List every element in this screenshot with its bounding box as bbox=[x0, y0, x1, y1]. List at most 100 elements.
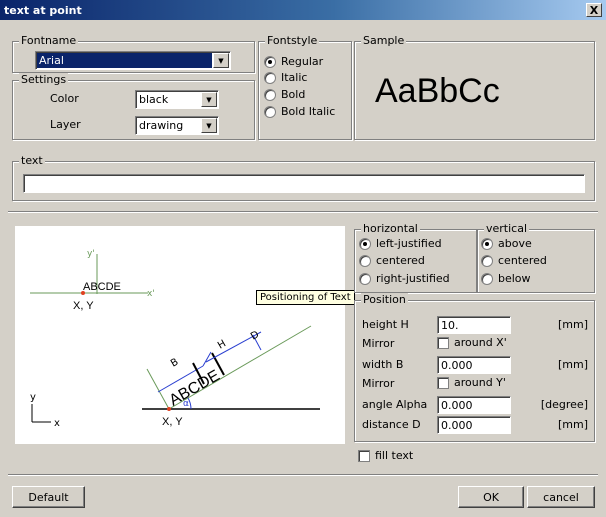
radio-indicator[interactable] bbox=[359, 272, 371, 285]
radio-indicator[interactable] bbox=[264, 88, 276, 101]
vertical-option-label: above bbox=[498, 237, 532, 250]
close-icon: X bbox=[589, 3, 599, 17]
positioning-tooltip: Positioning of Text bbox=[256, 290, 355, 305]
divider bbox=[8, 474, 598, 476]
rotated-sample-text: ABCDE bbox=[167, 367, 223, 409]
mirror-y-label: Mirror bbox=[362, 377, 395, 390]
horizontal-option-label: left-justified bbox=[376, 237, 442, 250]
radio-indicator[interactable] bbox=[264, 55, 276, 68]
fontstyle-italic-radio[interactable]: Italic bbox=[264, 71, 307, 84]
horizontal-centered-radio[interactable]: centered bbox=[359, 254, 425, 267]
radio-indicator[interactable] bbox=[264, 105, 276, 118]
height-unit: [mm] bbox=[557, 318, 588, 331]
close-button[interactable]: X bbox=[586, 3, 602, 17]
vertical-centered-radio[interactable]: centered bbox=[481, 254, 547, 267]
cancel-button[interactable]: cancel bbox=[527, 486, 595, 508]
fontstyle-legend: Fontstyle bbox=[265, 34, 320, 48]
dim-h-label: H bbox=[216, 338, 228, 351]
height-input[interactable] bbox=[437, 316, 511, 334]
mirror-y-checkbox[interactable]: around Y' bbox=[437, 376, 506, 389]
radio-indicator[interactable] bbox=[481, 254, 493, 267]
upper-example: y' x' ABCDE X, Y bbox=[30, 249, 155, 312]
axis-y-label: y bbox=[30, 392, 36, 403]
mirror-x-label: Mirror bbox=[362, 337, 395, 350]
layer-select[interactable]: drawing ▼ bbox=[135, 116, 219, 135]
sample-legend: Sample bbox=[361, 34, 407, 48]
radio-indicator[interactable] bbox=[359, 237, 371, 250]
title-bar: text at point X bbox=[0, 0, 606, 20]
color-label: Color bbox=[50, 92, 79, 105]
fill-text-checkbox[interactable]: fill text bbox=[358, 449, 413, 462]
fontname-select[interactable]: Arial ▼ bbox=[35, 51, 231, 70]
text-legend: text bbox=[19, 154, 45, 168]
radio-indicator[interactable] bbox=[359, 254, 371, 267]
positioning-diagram: y' x' ABCDE X, Y ABCDE B H D α X, Y y x bbox=[15, 226, 345, 444]
fontstyle-option-label: Italic bbox=[281, 71, 308, 84]
horizontal-right-radio[interactable]: right-justified bbox=[359, 272, 450, 285]
default-button[interactable]: Default bbox=[12, 486, 85, 508]
vertical-option-label: centered bbox=[498, 254, 547, 267]
checkbox-box[interactable] bbox=[437, 376, 449, 389]
radio-indicator[interactable] bbox=[481, 272, 493, 285]
horizontal-option-label: centered bbox=[376, 254, 425, 267]
vertical-below-radio[interactable]: below bbox=[481, 272, 531, 285]
fontstyle-option-label: Regular bbox=[281, 55, 324, 68]
position-legend: Position bbox=[361, 293, 408, 307]
chevron-down-icon[interactable]: ▼ bbox=[213, 53, 229, 68]
divider bbox=[8, 211, 598, 213]
layer-label: Layer bbox=[50, 118, 81, 131]
chevron-down-icon[interactable]: ▼ bbox=[201, 118, 217, 133]
fontstyle-bold-italic-radio[interactable]: Bold Italic bbox=[264, 105, 335, 118]
checkbox-box[interactable] bbox=[358, 449, 370, 462]
distance-label: distance D bbox=[362, 418, 421, 431]
axis-y-prime-top: y' bbox=[87, 249, 95, 259]
angle-unit: [degree] bbox=[540, 398, 588, 411]
upper-origin-label: X, Y bbox=[73, 300, 94, 312]
mirror-y-text: around Y' bbox=[454, 376, 506, 389]
fontname-value: Arial bbox=[37, 53, 212, 68]
text-input[interactable] bbox=[23, 174, 585, 193]
radio-indicator[interactable] bbox=[264, 71, 276, 84]
settings-legend: Settings bbox=[19, 73, 69, 87]
dim-b-label: B bbox=[169, 357, 181, 370]
color-select[interactable]: black ▼ bbox=[135, 90, 219, 109]
width-unit: [mm] bbox=[557, 358, 588, 371]
lower-example: ABCDE B H D α X, Y bbox=[142, 325, 320, 428]
window-title: text at point bbox=[4, 3, 82, 17]
lower-origin-label: X, Y bbox=[162, 416, 183, 428]
angle-label: angle Alpha bbox=[362, 398, 428, 411]
horizontal-left-radio[interactable]: left-justified bbox=[359, 237, 442, 250]
fontstyle-option-label: Bold bbox=[281, 88, 306, 101]
distance-input[interactable] bbox=[437, 416, 511, 434]
distance-unit: [mm] bbox=[557, 418, 588, 431]
height-label: height H bbox=[362, 318, 409, 331]
vertical-legend: vertical bbox=[484, 222, 530, 236]
color-value: black bbox=[139, 93, 169, 106]
axis-x-label: x bbox=[54, 418, 60, 429]
upper-sample-text: ABCDE bbox=[83, 281, 121, 293]
horizontal-option-label: right-justified bbox=[376, 272, 450, 285]
coordinate-axes: y x bbox=[30, 392, 60, 429]
fontstyle-bold-radio[interactable]: Bold bbox=[264, 88, 305, 101]
checkbox-box[interactable] bbox=[437, 336, 449, 349]
alpha-label: α bbox=[183, 399, 189, 409]
fontstyle-option-label: Bold Italic bbox=[281, 105, 336, 118]
angle-input[interactable] bbox=[437, 396, 511, 414]
fontname-legend: Fontname bbox=[19, 34, 79, 48]
width-input[interactable] bbox=[437, 356, 511, 374]
positioning-svg: y' x' ABCDE X, Y ABCDE B H D α X, Y y x bbox=[30, 249, 320, 429]
fontstyle-regular-radio[interactable]: Regular bbox=[264, 55, 323, 68]
horizontal-legend: horizontal bbox=[361, 222, 420, 236]
vertical-above-radio[interactable]: above bbox=[481, 237, 532, 250]
radio-indicator[interactable] bbox=[481, 237, 493, 250]
ok-button[interactable]: OK bbox=[458, 486, 524, 508]
axis-x-prime-top: x' bbox=[147, 289, 155, 299]
sample-preview: AaBbCc bbox=[375, 72, 500, 110]
chevron-down-icon[interactable]: ▼ bbox=[201, 92, 217, 107]
mirror-x-checkbox[interactable]: around X' bbox=[437, 336, 507, 349]
width-label: width B bbox=[362, 358, 404, 371]
fill-text-label: fill text bbox=[375, 449, 414, 462]
layer-value: drawing bbox=[139, 119, 184, 132]
dim-d-label: D bbox=[249, 329, 261, 343]
mirror-x-text: around X' bbox=[454, 336, 507, 349]
